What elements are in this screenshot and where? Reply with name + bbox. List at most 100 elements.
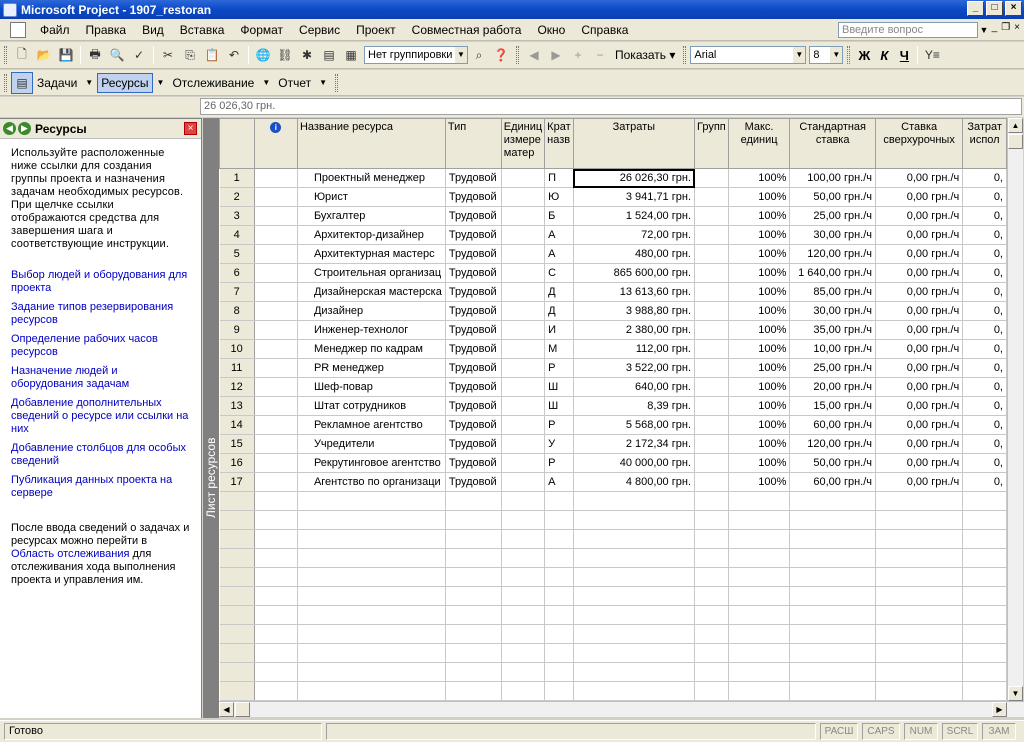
row-number[interactable]: [219, 605, 255, 625]
max-units-cell[interactable]: 100%: [728, 358, 791, 378]
table-row[interactable]: 3 Бухгалтер Трудовой Б 1 524,00 грн. 100% 25,0…: [219, 206, 1007, 226]
max-units-cell[interactable]: [728, 586, 791, 606]
material-cell[interactable]: [501, 168, 546, 188]
minimize-button[interactable]: _: [967, 1, 984, 16]
col-group[interactable]: Групп: [694, 118, 729, 169]
bold-button[interactable]: Ж: [854, 48, 874, 63]
toolbar-grip[interactable]: [335, 73, 339, 92]
group-cell[interactable]: [694, 586, 729, 606]
max-units-cell[interactable]: 100%: [728, 187, 791, 207]
row-number[interactable]: 7: [219, 282, 255, 302]
material-cell[interactable]: [501, 358, 546, 378]
cost-cell[interactable]: [573, 681, 696, 701]
cost-use-cell[interactable]: [962, 586, 1007, 606]
indicator-cell[interactable]: [254, 358, 298, 378]
chevron-down-icon[interactable]: ▼: [81, 78, 97, 87]
indicator-cell[interactable]: [254, 301, 298, 321]
indicator-cell[interactable]: [254, 282, 298, 302]
notes-icon[interactable]: ▦: [340, 44, 362, 66]
link-select-people[interactable]: Выбор людей и оборудования для проекта: [11, 269, 191, 295]
ovt-rate-cell[interactable]: 0,00 грн./ч: [875, 282, 964, 302]
indicator-cell[interactable]: [254, 339, 298, 359]
table-row[interactable]: 12 Шеф-повар Трудовой Ш 640,00 грн. 100% 20,00…: [219, 377, 1007, 397]
cost-use-cell[interactable]: 0,: [962, 168, 1007, 188]
group-cell[interactable]: [694, 510, 729, 530]
name-cell[interactable]: [297, 510, 446, 530]
guide-resources-button[interactable]: Ресурсы: [97, 72, 153, 93]
std-rate-cell[interactable]: 1 640,00 грн./ч: [789, 263, 877, 283]
initials-cell[interactable]: [544, 643, 574, 663]
cost-use-cell[interactable]: 0,: [962, 320, 1007, 340]
row-number[interactable]: 11: [219, 358, 255, 378]
open-icon[interactable]: 📂: [33, 44, 55, 66]
name-cell[interactable]: Инженер-технолог: [297, 320, 446, 340]
type-cell[interactable]: Трудовой: [445, 225, 502, 245]
cost-use-cell[interactable]: 0,: [962, 415, 1007, 435]
std-rate-cell[interactable]: 100,00 грн./ч: [789, 168, 877, 188]
initials-cell[interactable]: Д: [544, 301, 574, 321]
initials-cell[interactable]: [544, 529, 574, 549]
std-rate-cell[interactable]: 50,00 грн./ч: [789, 187, 877, 207]
name-cell[interactable]: Шеф-повар: [297, 377, 446, 397]
scroll-thumb-h[interactable]: [235, 702, 250, 717]
type-cell[interactable]: Трудовой: [445, 187, 502, 207]
cost-cell[interactable]: [573, 510, 696, 530]
table-row[interactable]: 4 Архитектор-дизайнер Трудовой А 72,00 грн. 1…: [219, 225, 1007, 245]
max-units-cell[interactable]: [728, 662, 791, 682]
cost-cell[interactable]: [573, 605, 696, 625]
table-row[interactable]: [219, 624, 1007, 644]
material-cell[interactable]: [501, 415, 546, 435]
horizontal-scrollbar[interactable]: ◀ ▶: [219, 701, 1024, 717]
font-select[interactable]: Arial ▼: [690, 46, 807, 64]
hyperlink-icon[interactable]: 🌐: [252, 44, 274, 66]
type-cell[interactable]: [445, 605, 502, 625]
cost-use-cell[interactable]: 0,: [962, 206, 1007, 226]
name-cell[interactable]: Проектный менеджер: [297, 168, 446, 188]
project-guide-icon[interactable]: ▤: [11, 71, 33, 94]
group-cell[interactable]: [694, 396, 729, 416]
type-cell[interactable]: [445, 567, 502, 587]
row-number[interactable]: [219, 491, 255, 511]
std-rate-cell[interactable]: [789, 662, 877, 682]
initials-cell[interactable]: [544, 681, 574, 701]
indicator-cell[interactable]: [254, 624, 298, 644]
ovt-rate-cell[interactable]: 0,00 грн./ч: [875, 472, 964, 492]
max-units-cell[interactable]: 100%: [728, 377, 791, 397]
indicator-cell[interactable]: [254, 510, 298, 530]
std-rate-cell[interactable]: 25,00 грн./ч: [789, 358, 877, 378]
underline-button[interactable]: Ч: [894, 48, 914, 63]
cost-use-cell[interactable]: [962, 548, 1007, 568]
group-cell[interactable]: [694, 168, 729, 188]
type-cell[interactable]: [445, 662, 502, 682]
name-cell[interactable]: [297, 662, 446, 682]
col-material-label[interactable]: Единиц измере матер: [500, 118, 546, 169]
initials-cell[interactable]: Ш: [544, 377, 574, 397]
type-cell[interactable]: [445, 643, 502, 663]
col-initials[interactable]: Крат назв: [544, 118, 574, 169]
cost-use-cell[interactable]: 0,: [962, 377, 1007, 397]
type-cell[interactable]: [445, 548, 502, 568]
indicator-cell[interactable]: [254, 377, 298, 397]
row-number[interactable]: 12: [219, 377, 255, 397]
menu-view[interactable]: Вид: [134, 23, 172, 37]
std-rate-cell[interactable]: [789, 548, 877, 568]
select-all-cell[interactable]: [219, 118, 255, 169]
initials-cell[interactable]: [544, 548, 574, 568]
ovt-rate-cell[interactable]: 0,00 грн./ч: [875, 206, 964, 226]
max-units-cell[interactable]: 100%: [728, 244, 791, 264]
type-cell[interactable]: Трудовой: [445, 396, 502, 416]
material-cell[interactable]: [501, 662, 546, 682]
row-number[interactable]: 4: [219, 225, 255, 245]
initials-cell[interactable]: [544, 586, 574, 606]
name-cell[interactable]: Штат сотрудников: [297, 396, 446, 416]
indicator-cell[interactable]: [254, 548, 298, 568]
name-cell[interactable]: [297, 548, 446, 568]
max-units-cell[interactable]: 100%: [728, 415, 791, 435]
undo-icon[interactable]: ↶: [223, 44, 245, 66]
row-number[interactable]: 3: [219, 206, 255, 226]
ovt-rate-cell[interactable]: 0,00 грн./ч: [875, 225, 964, 245]
name-cell[interactable]: Юрист: [297, 187, 446, 207]
cost-use-cell[interactable]: 0,: [962, 434, 1007, 454]
copy-icon[interactable]: ⎘: [179, 44, 201, 66]
initials-cell[interactable]: [544, 491, 574, 511]
